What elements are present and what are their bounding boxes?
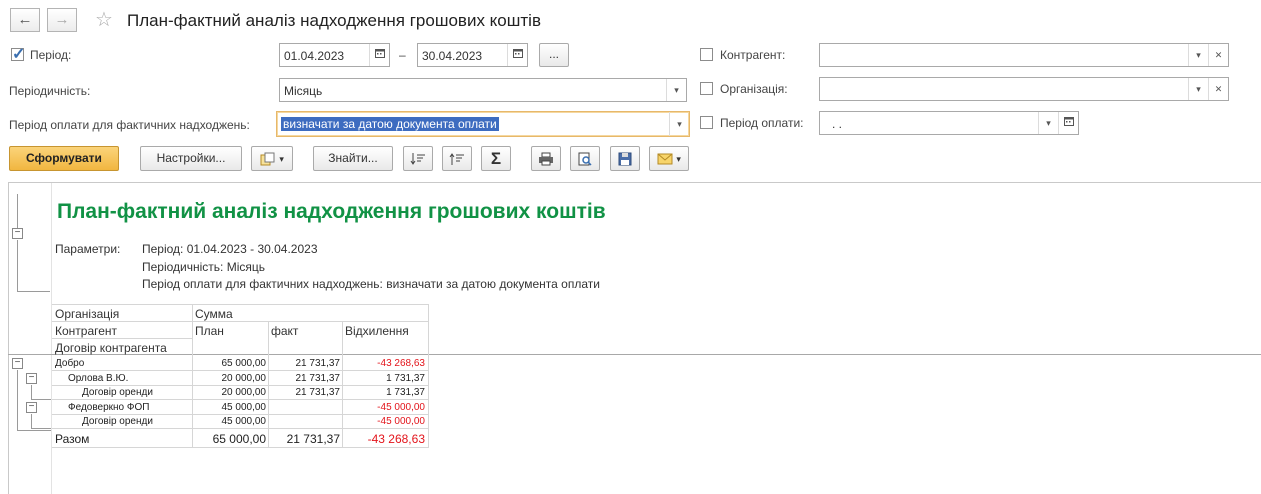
group-line — [17, 194, 18, 228]
periodicity-select[interactable]: Місяць ▾ — [279, 78, 687, 102]
row-border — [52, 428, 428, 429]
payment-period-label: Період оплати для фактичних надходжень: — [9, 118, 250, 132]
header-sum: Сумма — [195, 307, 233, 321]
sort-asc-button[interactable] — [442, 146, 472, 171]
period-choose-button[interactable]: ... — [539, 43, 569, 67]
print-button[interactable] — [531, 146, 561, 171]
param-periodicity: Періодичність: Місяць — [142, 260, 265, 274]
page-title: План-фактний аналіз надходження грошових… — [127, 11, 541, 30]
back-button[interactable]: ← — [10, 8, 40, 32]
header-fact: факт — [271, 324, 299, 338]
period-from-field[interactable]: 01.04.2023 — [279, 43, 390, 67]
group-line — [31, 428, 51, 429]
report-title: План-фактний аналіз надходження грошових… — [57, 200, 606, 223]
header-counterparty: Контрагент — [55, 324, 118, 338]
payment-period-select[interactable]: визначати за датою документа оплати ▾ — [276, 111, 690, 137]
periodicity-label: Періодичність: — [9, 84, 91, 98]
calendar-icon[interactable] — [1058, 112, 1078, 134]
dropdown-arrow-icon: ▾ — [676, 154, 681, 164]
collapse-group-icon[interactable]: − — [12, 228, 23, 239]
preview-button[interactable] — [570, 146, 600, 171]
group-line — [31, 385, 32, 400]
printer-icon — [538, 151, 554, 166]
dropdown-arrow-icon: ▾ — [279, 154, 284, 164]
variants-button[interactable]: ▾ — [251, 146, 293, 171]
dropdown-arrow-icon[interactable]: ▾ — [669, 112, 689, 136]
period-checkbox[interactable]: ✓ — [11, 46, 25, 63]
period-label: Період: — [30, 48, 72, 62]
row-border — [52, 414, 428, 415]
favorite-star-icon[interactable]: ☆ — [95, 7, 113, 32]
clear-icon[interactable]: ✕ — [1208, 44, 1228, 66]
counterparty-field[interactable]: ▾ ✕ — [819, 43, 1229, 67]
params-label: Параметри: — [55, 242, 121, 256]
generate-button[interactable]: Сформувати — [9, 146, 119, 171]
collapse-group-icon[interactable]: − — [12, 358, 23, 369]
arrow-right-icon: → — [54, 11, 70, 28]
counterparty-checkbox[interactable] — [700, 48, 713, 61]
forward-button[interactable]: → — [47, 8, 77, 32]
table-border — [52, 338, 192, 339]
send-email-button[interactable]: ▾ — [649, 146, 689, 171]
header-contract: Договір контрагента — [55, 341, 167, 355]
print-preview-icon — [577, 151, 593, 166]
find-button[interactable]: Знайти... — [313, 146, 393, 171]
payment-date-checkbox[interactable] — [700, 116, 713, 129]
sort-descending-icon — [410, 151, 426, 165]
organization-label: Організація: — [720, 82, 788, 96]
table-border — [52, 304, 428, 305]
payment-date-label: Період оплати: — [720, 116, 804, 130]
header-deviation: Відхилення — [345, 324, 409, 338]
param-period: Період: 01.04.2023 - 30.04.2023 — [142, 242, 318, 256]
period-dash: – — [399, 48, 406, 62]
report-variants-icon — [260, 151, 279, 166]
sum-button[interactable]: Σ — [481, 146, 511, 171]
row-border — [52, 399, 428, 400]
row-border — [52, 370, 428, 371]
period-to-field[interactable]: 30.04.2023 — [417, 43, 528, 67]
calendar-icon[interactable] — [507, 44, 527, 66]
dropdown-arrow-icon[interactable]: ▾ — [1188, 78, 1208, 100]
envelope-icon — [657, 151, 676, 165]
collapse-group-icon[interactable]: − — [26, 402, 37, 413]
arrow-left-icon: ← — [17, 11, 33, 28]
clear-icon[interactable]: ✕ — [1208, 78, 1228, 100]
group-line — [17, 430, 51, 431]
group-line — [17, 370, 18, 431]
group-line — [17, 291, 50, 292]
save-button[interactable] — [610, 146, 640, 171]
counterparty-label: Контрагент: — [720, 48, 786, 62]
sort-ascending-icon — [449, 151, 465, 165]
group-line — [17, 240, 18, 292]
checkmark-icon: ✓ — [12, 46, 26, 63]
table-header-bottom — [8, 354, 1261, 355]
sum-icon: Σ — [490, 149, 502, 168]
group-line — [31, 414, 32, 429]
collapse-group-icon[interactable]: − — [26, 373, 37, 384]
group-line — [31, 399, 51, 400]
table-border — [428, 304, 429, 448]
table-border — [52, 321, 428, 322]
row-border — [52, 447, 428, 448]
dropdown-arrow-icon[interactable]: ▾ — [1188, 44, 1208, 66]
payment-date-field[interactable]: . . ▾ — [819, 111, 1079, 135]
sort-desc-button[interactable] — [403, 146, 433, 171]
settings-button[interactable]: Настройки... — [140, 146, 242, 171]
calendar-icon[interactable] — [369, 44, 389, 66]
header-plan: План — [195, 324, 224, 338]
row-border — [52, 385, 428, 386]
floppy-disk-icon — [617, 151, 633, 166]
organization-field[interactable]: ▾ ✕ — [819, 77, 1229, 101]
header-organization: Організація — [55, 307, 120, 321]
dropdown-arrow-icon[interactable]: ▾ — [666, 79, 686, 101]
dropdown-arrow-icon[interactable]: ▾ — [1038, 112, 1058, 134]
organization-checkbox[interactable] — [700, 82, 713, 95]
param-payment-period: Період оплати для фактичних надходжень: … — [142, 277, 600, 291]
